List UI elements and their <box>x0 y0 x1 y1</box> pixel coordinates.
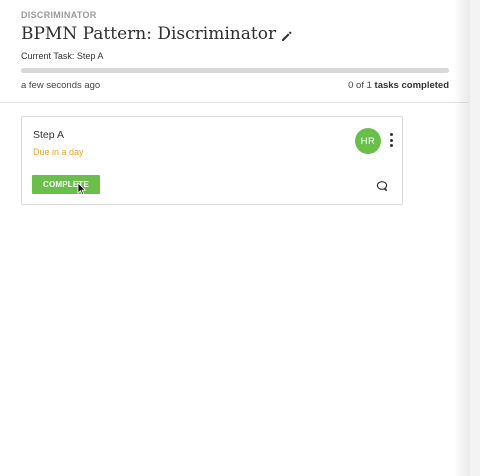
process-kicker: DISCRIMINATOR <box>21 10 97 20</box>
mouse-pointer-icon <box>77 182 87 196</box>
tasks-completed-suffix: tasks completed <box>374 80 449 91</box>
tasks-completed-summary: 0 of 1 tasks completed <box>348 80 449 91</box>
pencil-icon[interactable] <box>281 29 292 41</box>
assignee-avatar[interactable]: HR <box>355 128 381 154</box>
tasks-completed-count: 0 of 1 <box>348 80 372 91</box>
side-panel-edge <box>454 0 480 476</box>
task-due-label: Due in a day <box>33 147 84 157</box>
page-title: BPMN Pattern: Discriminator <box>21 24 277 44</box>
task-name: Step A <box>33 129 64 141</box>
process-header: DISCRIMINATOR BPMN Pattern: Discriminato… <box>0 0 468 103</box>
workflow-page: DISCRIMINATOR BPMN Pattern: Discriminato… <box>0 0 480 476</box>
kebab-menu-icon[interactable] <box>387 133 395 147</box>
title-row: BPMN Pattern: Discriminator <box>21 24 292 44</box>
task-card: Step A Due in a day HR COMPLETE <box>21 116 403 205</box>
complete-button[interactable]: COMPLETE <box>32 175 100 194</box>
current-task-label: Current Task: Step A <box>21 51 104 61</box>
updated-timestamp: a few seconds ago <box>21 80 101 91</box>
task-progress-bar <box>21 68 449 73</box>
comment-icon[interactable] <box>376 179 388 192</box>
